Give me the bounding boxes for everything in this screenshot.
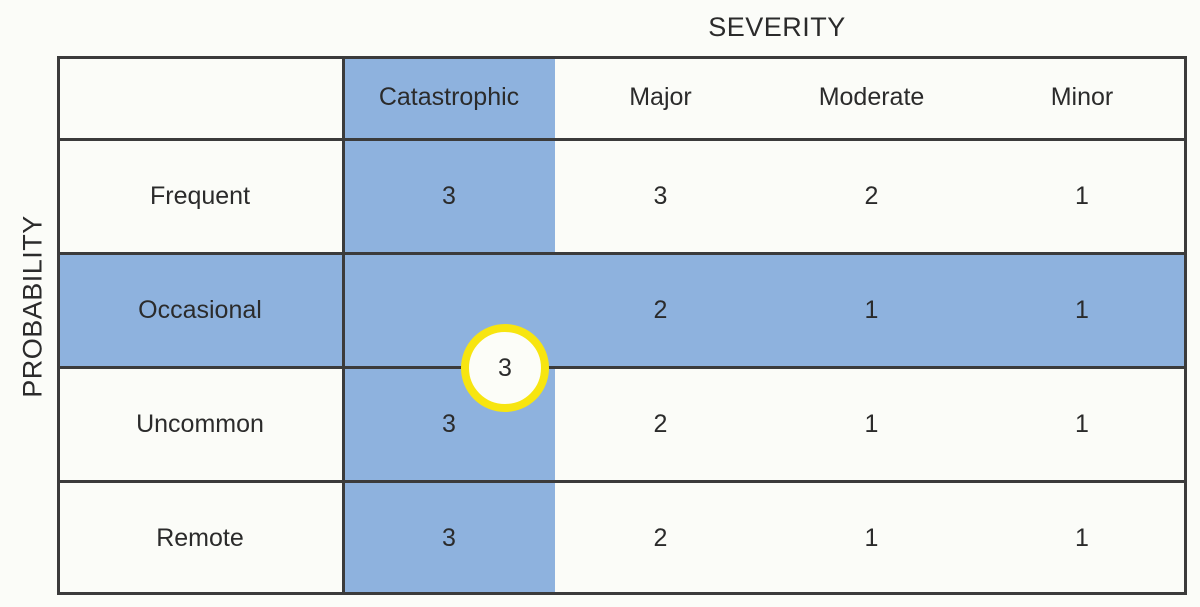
severity-axis-title: SEVERITY — [708, 12, 846, 42]
row-header-occasional[interactable]: Occasional — [57, 253, 343, 367]
cell-frequent-major[interactable]: 3 — [555, 139, 766, 253]
cell-occasional-major[interactable]: 2 — [555, 253, 766, 367]
table-row-uncommon: Uncommon 3 2 1 1 — [57, 367, 1187, 481]
cell-value: 1 — [1075, 409, 1089, 438]
row-header-remote[interactable]: Remote — [57, 481, 343, 595]
cell-remote-major[interactable]: 2 — [555, 481, 766, 595]
cell-value: 1 — [1075, 181, 1089, 210]
cell-value: 3 — [653, 181, 668, 210]
column-header-label: Major — [629, 83, 692, 111]
row-header-frequent[interactable]: Frequent — [57, 139, 343, 253]
cell-occasional-minor[interactable]: 1 — [977, 253, 1187, 367]
cell-frequent-moderate[interactable]: 2 — [766, 139, 977, 253]
cell-uncommon-minor[interactable]: 1 — [977, 367, 1187, 481]
cell-value: 2 — [653, 523, 668, 552]
selected-cell-value: 3 — [498, 353, 512, 382]
cell-remote-catastrophic[interactable]: 3 — [343, 481, 555, 595]
cell-remote-moderate[interactable]: 1 — [766, 481, 977, 595]
cell-value: 3 — [442, 523, 456, 552]
probability-axis-title: PROBABILITY — [17, 215, 48, 398]
column-header-moderate[interactable]: Moderate — [766, 56, 977, 139]
matrix-table-wrapper: Catastrophic Major Moderate Minor Freque… — [57, 56, 1187, 595]
cell-occasional-moderate[interactable]: 1 — [766, 253, 977, 367]
cell-value: 1 — [1075, 523, 1089, 552]
cell-value: 2 — [864, 181, 879, 210]
column-header-minor[interactable]: Minor — [977, 56, 1187, 139]
table-header-row: Catastrophic Major Moderate Minor — [57, 56, 1187, 139]
cell-uncommon-moderate[interactable]: 1 — [766, 367, 977, 481]
cell-value: 3 — [442, 181, 456, 210]
cell-value: 1 — [864, 409, 879, 438]
matrix-corner-cell — [57, 56, 343, 139]
cell-remote-minor[interactable]: 1 — [977, 481, 1187, 595]
column-header-label: Moderate — [818, 83, 925, 111]
cell-value: 1 — [1075, 295, 1089, 324]
table-row-occasional: Occasional 3 2 1 1 — [57, 253, 1187, 367]
cell-value: 1 — [864, 295, 879, 324]
column-header-label: Minor — [1050, 83, 1114, 111]
row-header-label: Occasional — [138, 295, 262, 324]
risk-matrix: SEVERITY PROBABILITY Catastrophic Major … — [0, 0, 1200, 607]
row-header-label: Remote — [156, 523, 244, 552]
cell-value: 3 — [442, 409, 456, 438]
column-header-label: Catastrophic — [378, 83, 520, 111]
risk-matrix-table: Catastrophic Major Moderate Minor Freque… — [57, 56, 1187, 595]
cell-frequent-catastrophic[interactable]: 3 — [343, 139, 555, 253]
cell-uncommon-major[interactable]: 2 — [555, 367, 766, 481]
column-header-major[interactable]: Major — [555, 56, 766, 139]
table-row-remote: Remote 3 2 1 1 — [57, 481, 1187, 595]
row-header-uncommon[interactable]: Uncommon — [57, 367, 343, 481]
cell-value: 2 — [653, 409, 668, 438]
row-header-label: Frequent — [149, 181, 251, 210]
cell-frequent-minor[interactable]: 1 — [977, 139, 1187, 253]
selected-cell-highlight-circle[interactable]: 3 — [461, 324, 549, 412]
cell-value: 1 — [864, 523, 879, 552]
cell-value: 2 — [653, 295, 668, 324]
row-header-label: Uncommon — [136, 409, 264, 438]
table-row-frequent: Frequent 3 3 2 1 — [57, 139, 1187, 253]
column-header-catastrophic[interactable]: Catastrophic — [343, 56, 555, 139]
